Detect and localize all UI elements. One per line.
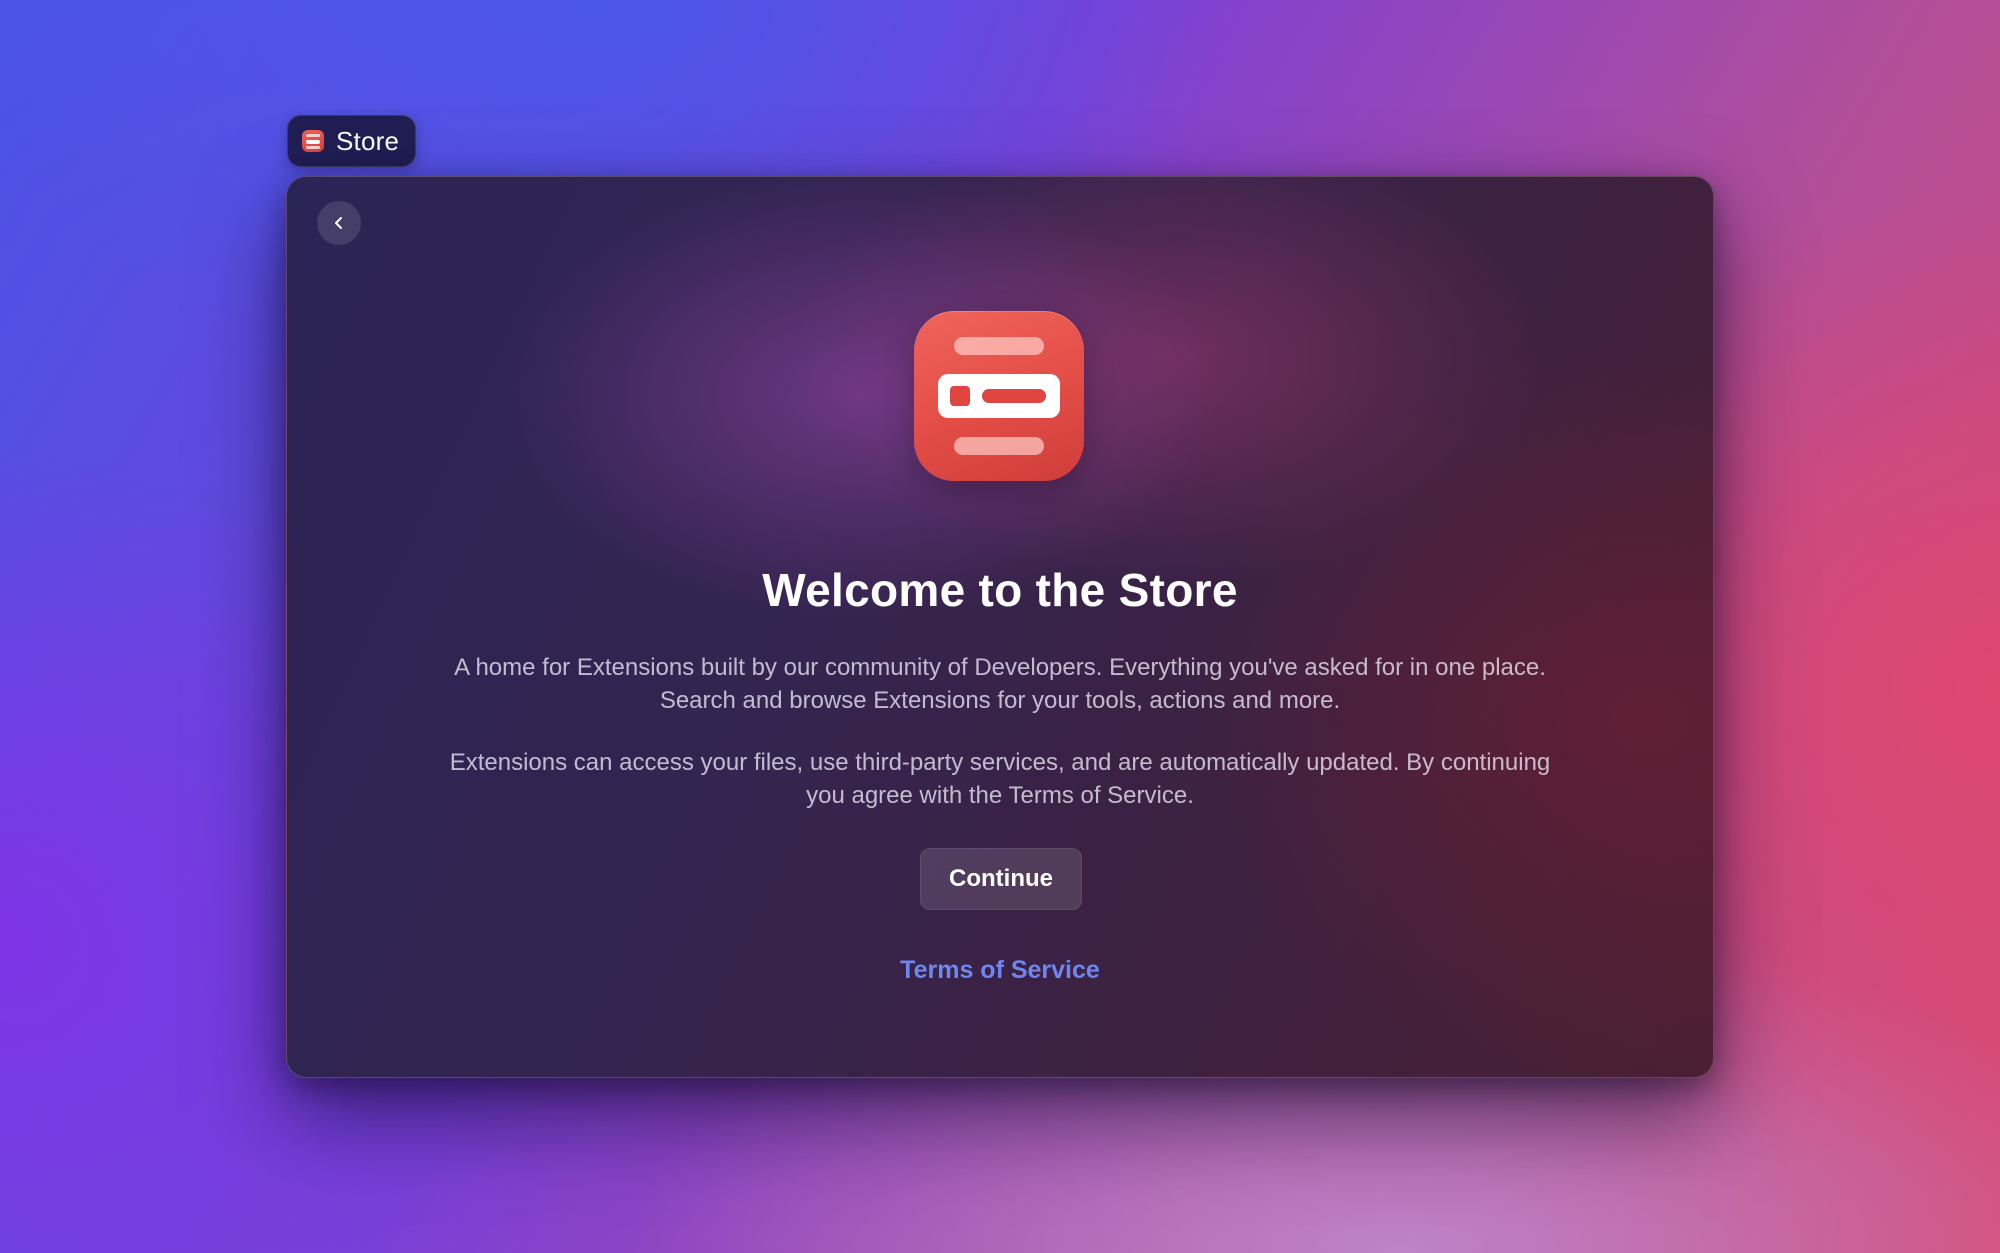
page-title: Welcome to the Store: [762, 564, 1238, 616]
terms-of-service-link[interactable]: Terms of Service: [287, 956, 1713, 985]
continue-button[interactable]: Continue: [920, 848, 1082, 910]
description-paragraph-2: Extensions can access your files, use th…: [449, 749, 1551, 809]
store-welcome-window: Welcome to the Store A home for Extensio…: [286, 176, 1714, 1078]
store-app-icon: [914, 311, 1084, 481]
store-icon: [302, 130, 324, 152]
back-button[interactable]: [317, 201, 361, 245]
description-paragraph-1: A home for Extensions built by our commu…: [454, 654, 1546, 714]
command-bar-label: Store: [336, 125, 400, 156]
chevron-left-icon: [335, 217, 342, 229]
command-bar-pill[interactable]: Store: [287, 115, 417, 167]
